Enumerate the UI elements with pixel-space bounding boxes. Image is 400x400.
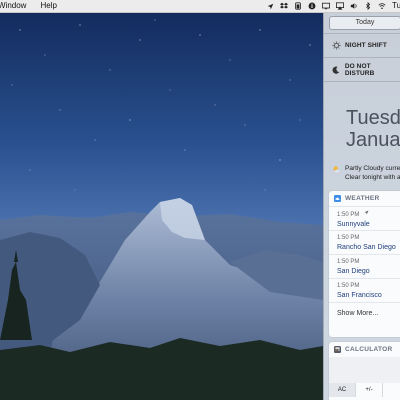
forecast-line-2: Clear tonight with a [345, 174, 400, 181]
weather-row[interactable]: 1:50 PM Sunnyvale [329, 206, 400, 230]
dropbox-icon[interactable] [280, 2, 288, 10]
weather-city: San Diego [337, 268, 370, 275]
date-month: January [346, 129, 400, 151]
weather-time: 1:50 PM [337, 283, 360, 289]
forecast-text: Partly Cloudy curre Clear tonight with a [345, 164, 400, 182]
do-not-disturb-label: DO NOT DISTURB [344, 62, 375, 77]
weather-widget-header: WEATHER [329, 191, 400, 206]
show-more-link[interactable]: Show More... [329, 302, 400, 325]
weather-city: Sunnyvale [337, 221, 370, 229]
battery-icon[interactable] [294, 2, 302, 10]
date-block: Tuesday January [324, 108, 400, 152]
bluetooth-icon[interactable] [364, 2, 372, 10]
forecast-line-1: Partly Cloudy curre [345, 165, 400, 172]
info-icon[interactable] [308, 2, 316, 10]
nc-tab-bar: Today [324, 13, 400, 33]
weather-widget-title: WEATHER [345, 195, 380, 202]
calculator-display [329, 357, 400, 383]
divider [324, 81, 400, 82]
weather-row[interactable]: 1:50 PM Rancho San Diego [329, 230, 400, 254]
calculator-widget-title: CALCULATOR [345, 346, 393, 353]
weather-row[interactable]: 1:50 PM San Diego [329, 254, 400, 278]
do-not-disturb-toggle[interactable]: DO NOT DISTURB [324, 58, 400, 81]
display-icon[interactable] [322, 2, 330, 10]
weather-time-text: 1:50 PM [337, 212, 360, 219]
tab-today[interactable]: Today [329, 16, 400, 30]
calculator-keys: AC +/- [329, 383, 400, 397]
calculator-widget-header: CALCULATOR [329, 342, 400, 357]
app-menus: Window Help [0, 1, 57, 11]
menu-bar: Window Help Tu [0, 0, 400, 13]
menu-window[interactable]: Window [0, 1, 26, 11]
weather-city: San Francisco [337, 292, 382, 299]
forecast-summary: Partly Cloudy curre Clear tonight with a [324, 164, 400, 182]
weather-time: 1:50 PM [337, 207, 400, 220]
calc-key-ac[interactable]: AC [329, 383, 356, 397]
partly-cloudy-icon [332, 164, 342, 182]
calculator-widget: CALCULATOR AC +/- [329, 342, 400, 400]
menu-clock[interactable]: Tu [392, 0, 400, 12]
night-shift-icon [332, 41, 341, 50]
date-day: Tuesday [346, 107, 400, 129]
notification-center-panel: Today NIGHT SHIFT DO NOT DISTURB Tuesday… [323, 13, 400, 400]
weather-city: Rancho San Diego [337, 244, 396, 251]
weather-row[interactable]: 1:50 PM San Francisco [329, 278, 400, 302]
wifi-icon[interactable] [378, 2, 386, 10]
location-arrow-icon [364, 210, 369, 219]
moon-icon [332, 65, 341, 74]
status-menus: Tu [266, 0, 400, 12]
volume-icon[interactable] [350, 2, 358, 10]
weather-time: 1:50 PM [337, 259, 360, 265]
night-shift-label: NIGHT SHIFT [345, 42, 387, 49]
calc-key-sign[interactable]: +/- [356, 383, 383, 397]
airplay-icon[interactable] [336, 2, 344, 10]
weather-time: 1:50 PM [337, 235, 360, 241]
night-shift-toggle[interactable]: NIGHT SHIFT [324, 34, 400, 57]
location-arrow-icon[interactable] [266, 2, 274, 10]
calculator-app-icon [334, 346, 341, 353]
weather-app-icon [334, 195, 341, 202]
weather-widget: WEATHER 1:50 PM Sunnyvale 1:50 PM Rancho… [329, 191, 400, 337]
menu-help[interactable]: Help [40, 1, 56, 11]
